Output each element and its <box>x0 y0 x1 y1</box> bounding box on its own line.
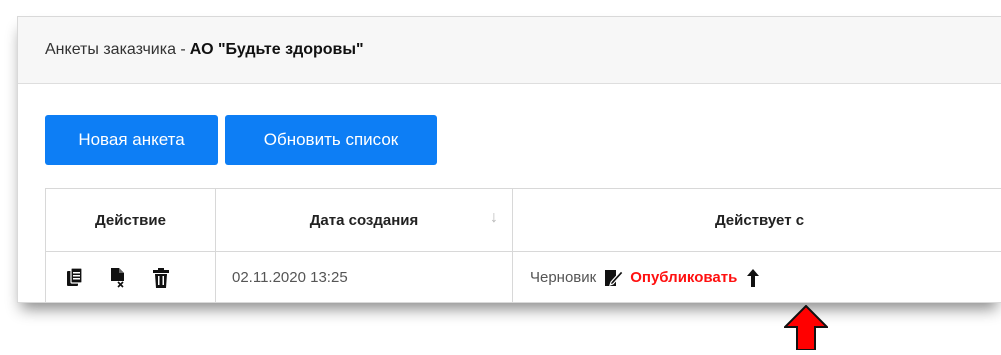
annotation-red-arrow-icon <box>782 304 830 355</box>
edit-document-icon[interactable] <box>604 268 625 288</box>
copy-icon[interactable] <box>64 267 86 289</box>
column-header-created[interactable]: Дата создания ↓ <box>216 189 513 252</box>
new-questionnaire-button[interactable]: Новая анкета <box>45 115 218 165</box>
sort-arrow-icon[interactable]: ↓ <box>490 209 498 227</box>
row-created-cell: 02.11.2020 13:25 <box>216 252 513 302</box>
questionnaires-table: Действие Дата создания ↓ Действует с 02.… <box>45 188 1001 302</box>
row-actions-cell <box>46 252 216 302</box>
card-header: Анкеты заказчика - АО "Будьте здоровы" <box>18 17 1001 84</box>
column-header-action: Действие <box>46 189 216 252</box>
header-prefix: Анкеты заказчика - <box>45 41 186 58</box>
column-header-created-label: Дата создания <box>309 211 419 229</box>
company-name: АО "Будьте здоровы" <box>189 41 364 58</box>
trash-icon[interactable] <box>150 267 172 289</box>
questionnaires-card: Анкеты заказчика - АО "Будьте здоровы" Н… <box>17 16 1001 303</box>
publish-link[interactable]: Опубликовать <box>630 269 737 286</box>
column-header-valid-from: Действует с <box>513 189 1001 252</box>
refresh-list-button[interactable]: Обновить список <box>225 115 437 165</box>
row-valid-from-cell: Черновик Опубликовать <box>513 252 1001 302</box>
status-draft: Черновик <box>530 269 597 286</box>
arrow-up-icon[interactable] <box>747 268 760 287</box>
delete-file-icon[interactable] <box>107 267 129 289</box>
